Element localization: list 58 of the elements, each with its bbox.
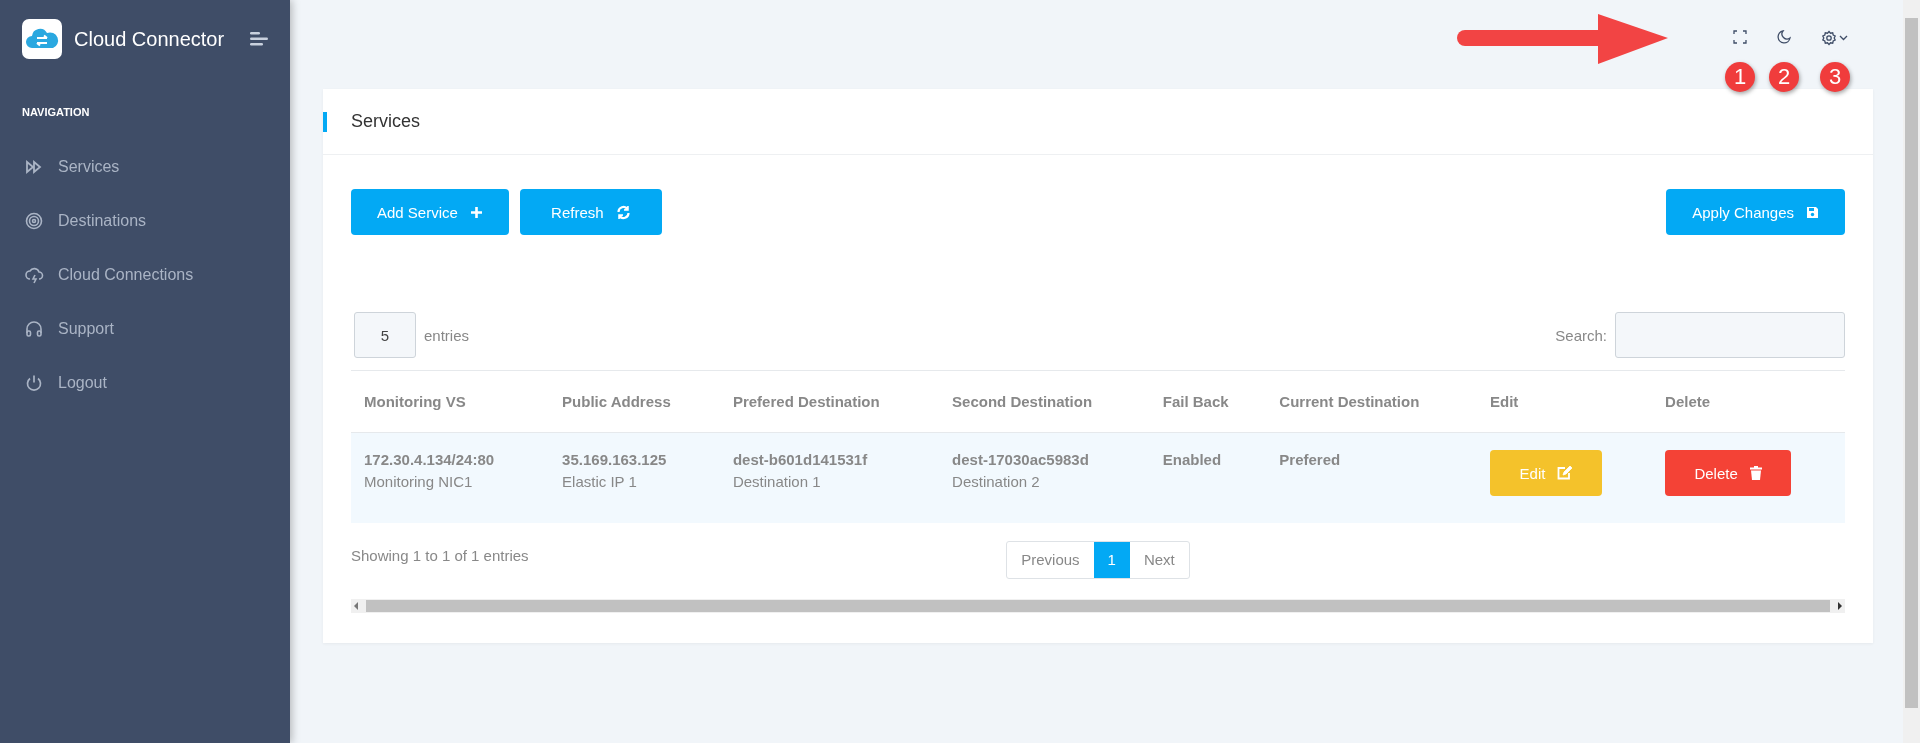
table-cell-text: Elastic IP 1 [562, 473, 638, 490]
fast-forward-icon [24, 160, 44, 174]
nav-item[interactable]: Logout [0, 356, 290, 410]
column-header: Prefered Destination [719, 370, 940, 433]
entries-label: entries [424, 326, 470, 344]
nav-heading: NAVIGATION [22, 106, 91, 118]
cloud-lightning-icon [24, 266, 44, 284]
page-button[interactable]: 1 [1093, 542, 1130, 578]
table-cell-text: dest-b601d141531f [732, 451, 869, 468]
plus-icon [469, 205, 483, 219]
number-badge: 2 [1769, 62, 1799, 92]
settings-icon[interactable] [1821, 30, 1849, 46]
column-header: Fail Back [1149, 370, 1267, 433]
column-header: Delete [1652, 370, 1845, 433]
column-header: Second Destination [939, 370, 1150, 433]
table-cell-text: Enabled [1162, 451, 1223, 468]
column-header: Current Destination [1266, 370, 1477, 433]
page-size-field[interactable]: 5 [354, 312, 416, 358]
brand-name: Cloud Connector [74, 27, 226, 51]
search-field[interactable] [1615, 312, 1845, 358]
nav-item[interactable]: Cloud Connections [0, 248, 290, 302]
column-header: Public Address [549, 370, 720, 433]
previous-page-button[interactable]: Previous [1007, 542, 1094, 578]
table-cell-text: Destination 2 [952, 473, 1041, 490]
number-badge: 1 [1725, 62, 1755, 92]
edit-icon [1557, 466, 1573, 480]
horizontal-scrollbar[interactable] [351, 599, 1845, 613]
table-cell-text: dest-17030ac5983d [952, 451, 1090, 468]
table-cell-text: 35.169.163.125 [562, 451, 668, 468]
refresh-button[interactable]: Refresh [519, 189, 662, 235]
headphones-icon [24, 320, 44, 338]
delete-button[interactable]: Delete [1665, 450, 1792, 496]
power-icon [24, 374, 44, 392]
table-cell-text: Monitoring NIC1 [364, 473, 474, 490]
fullscreen-icon[interactable] [1733, 30, 1747, 44]
vertical-scrollbar[interactable] [1903, 0, 1920, 743]
nav-item[interactable]: Support [0, 302, 290, 356]
table-cell-text: Destination 1 [732, 473, 822, 490]
next-page-button[interactable]: Next [1129, 542, 1189, 578]
number-badge: 3 [1820, 62, 1850, 92]
nav-item[interactable]: Destinations [0, 194, 290, 248]
table-cell-text: 172.30.4.134/24:80 [364, 451, 496, 468]
apply-changes-button[interactable]: Apply Changes [1666, 189, 1845, 235]
entries-info: Showing 1 to 1 of 1 entries [351, 547, 530, 564]
column-header: Monitoring VS [351, 370, 550, 433]
trash-icon [1749, 466, 1762, 480]
target-icon [24, 212, 44, 230]
cloud-logo-icon [22, 19, 62, 59]
nav-item[interactable]: Services [0, 140, 290, 194]
table-cell-text: Prefered [1279, 451, 1342, 468]
card-title: Services [351, 111, 422, 132]
refresh-icon [615, 204, 631, 220]
column-header: Edit [1477, 370, 1653, 433]
search-label: Search: [1555, 326, 1607, 344]
save-icon [1806, 205, 1819, 219]
add-service-button[interactable]: Add Service [351, 189, 509, 235]
moon-icon[interactable] [1777, 30, 1791, 44]
menu-icon[interactable] [250, 32, 268, 46]
